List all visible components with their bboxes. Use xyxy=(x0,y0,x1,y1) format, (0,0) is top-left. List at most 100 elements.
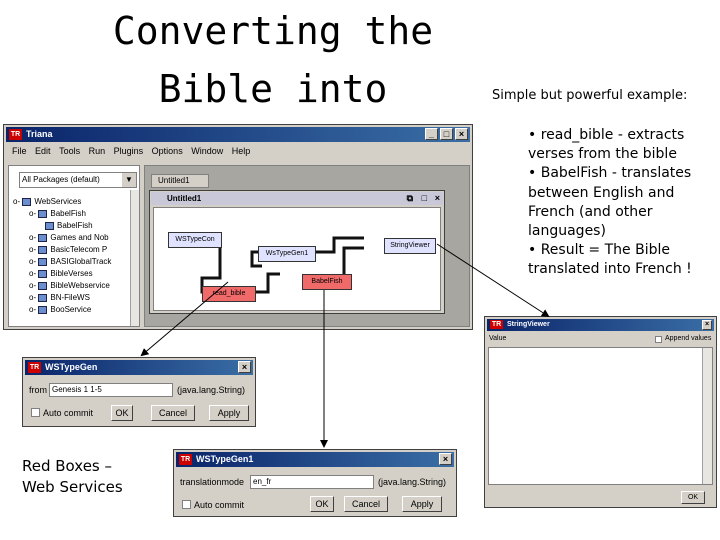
expand-icon[interactable]: o- xyxy=(29,293,36,302)
expand-icon[interactable]: o- xyxy=(29,233,36,242)
workspace: Untitled1 Untitled1 ⧉ □ × WSTypeCon WsTy… xyxy=(144,165,470,327)
tree-label: BASIGlobalTrack xyxy=(50,257,112,266)
close-button[interactable]: × xyxy=(702,320,712,330)
close-icon[interactable]: × xyxy=(435,193,440,204)
bullet-babelfish: • BabelFish - translates between English… xyxy=(528,165,692,240)
node-babelfish[interactable]: BabelFish xyxy=(302,274,352,290)
package-select[interactable]: All Packages (default) ▼ xyxy=(19,172,137,188)
expand-icon[interactable]: o- xyxy=(29,269,36,278)
expand-icon[interactable]: o- xyxy=(29,257,36,266)
tab-untitled1[interactable]: Untitled1 xyxy=(151,174,209,188)
bullet-list: • read_bible - extracts verses from the … xyxy=(528,126,714,280)
node-read-bible[interactable]: read_bible xyxy=(202,286,256,302)
tree-label: BabelFish xyxy=(57,221,93,230)
tree-item[interactable]: o- BasicTelecom P xyxy=(29,244,107,256)
caption: Red Boxes – Web Services xyxy=(22,456,123,498)
wstypegen1-titlebar[interactable]: TR WSTypeGen1 × xyxy=(176,452,454,467)
tree-item[interactable]: o- BibleWebservice xyxy=(29,280,110,292)
tree-scrollbar[interactable] xyxy=(130,190,139,326)
translationmode-type: (java.lang.String) xyxy=(378,477,447,487)
folder-icon xyxy=(38,233,48,242)
menu-window[interactable]: Window xyxy=(191,144,223,158)
viewer-text-area[interactable] xyxy=(488,347,713,485)
canvas[interactable]: WSTypeCon WsTypeGen1 StringViewer read_b… xyxy=(153,207,441,311)
triana-window: TR Triana _ □ × File Edit Tools Run Plug… xyxy=(3,124,473,330)
chevron-down-icon[interactable]: ▼ xyxy=(122,173,136,187)
wstypegen-title: WSTypeGen xyxy=(45,362,98,372)
tree-item[interactable]: BabelFish xyxy=(45,220,93,232)
ok-button[interactable]: OK xyxy=(111,405,133,421)
bullet-result: • Result = The Bible translated into Fre… xyxy=(528,242,692,278)
wstypegen1-title: WSTypeGen1 xyxy=(196,454,254,464)
translationmode-input[interactable]: en_fr xyxy=(250,475,374,489)
menu-run[interactable]: Run xyxy=(89,144,106,158)
menu-options[interactable]: Options xyxy=(152,144,183,158)
maximize-icon[interactable]: □ xyxy=(422,193,427,204)
cancel-button[interactable]: Cancel xyxy=(151,405,195,421)
expand-icon[interactable]: o- xyxy=(29,305,36,314)
from-label: from xyxy=(29,385,47,395)
value-header: Value xyxy=(489,335,507,342)
auto-commit-label: Auto commit xyxy=(43,408,94,418)
close-button[interactable]: × xyxy=(455,128,468,140)
caption-line1: Red Boxes – xyxy=(22,457,112,475)
cancel-button[interactable]: Cancel xyxy=(344,496,388,512)
tree-item[interactable]: o- BN-FileWS xyxy=(29,292,90,304)
connection-line xyxy=(254,272,280,294)
from-type: (java.lang.String) xyxy=(177,385,246,395)
package-select-value: All Packages (default) xyxy=(22,175,100,184)
menu-plugins[interactable]: Plugins xyxy=(114,144,144,158)
tree-label: BooService xyxy=(50,305,92,314)
from-input[interactable]: Genesis 1 1-5 xyxy=(49,383,173,397)
translationmode-label: translationmode xyxy=(180,477,245,487)
auto-commit-checkbox[interactable] xyxy=(31,408,40,417)
append-values-label: Append values xyxy=(665,335,712,342)
menu-file[interactable]: File xyxy=(12,144,27,158)
folder-icon xyxy=(38,293,48,302)
restore-icon[interactable]: ⧉ xyxy=(407,193,413,204)
wstypegen-titlebar[interactable]: TR WSTypeGen × xyxy=(25,360,253,375)
tree-label: Games and Nob xyxy=(50,233,109,242)
tree-item[interactable]: o- Games and Nob xyxy=(29,232,109,244)
close-button[interactable]: × xyxy=(439,453,452,465)
folder-icon xyxy=(38,209,48,218)
tree-label: BN-FileWS xyxy=(50,293,90,302)
tree-panel: All Packages (default) ▼ o- WebServices … xyxy=(8,165,140,327)
minimize-button[interactable]: _ xyxy=(425,128,438,140)
node-wstypecon[interactable]: WSTypeCon xyxy=(168,232,222,248)
node-stringviewer[interactable]: StringViewer xyxy=(384,238,436,254)
tree-label: BibleVerses xyxy=(50,269,93,278)
subwindow-titlebar[interactable]: Untitled1 ⧉ □ × xyxy=(151,192,443,205)
apply-button[interactable]: Apply xyxy=(402,496,442,512)
tree-item[interactable]: o- BASIGlobalTrack xyxy=(29,256,111,268)
maximize-button[interactable]: □ xyxy=(440,128,453,140)
expand-icon[interactable]: o- xyxy=(13,197,20,206)
stringviewer-titlebar[interactable]: TR StringViewer × xyxy=(487,319,714,331)
java-logo-icon: TR xyxy=(28,362,41,373)
node-wstypegen[interactable]: WsTypeGen1 xyxy=(258,246,316,262)
tree-item[interactable]: o- BibleVerses xyxy=(29,268,93,280)
expand-icon[interactable]: o- xyxy=(29,209,36,218)
auto-commit-checkbox[interactable] xyxy=(182,500,191,509)
triana-titlebar[interactable]: TR Triana _ □ × xyxy=(6,127,470,142)
triana-title: Triana xyxy=(26,129,53,139)
tree-item[interactable]: o- WebServices xyxy=(13,196,81,208)
connection-line xyxy=(314,236,364,254)
expand-icon[interactable]: o- xyxy=(29,245,36,254)
tree-item[interactable]: o- BabelFish xyxy=(29,208,86,220)
tree-label: BabelFish xyxy=(50,209,86,218)
close-button[interactable]: × xyxy=(238,361,251,373)
java-logo-icon: TR xyxy=(490,320,503,329)
tree-item[interactable]: o- BooService xyxy=(29,304,91,314)
tree-label: WebServices xyxy=(34,197,82,206)
apply-button[interactable]: Apply xyxy=(209,405,249,421)
stringviewer-window: TR StringViewer × Value Append values OK xyxy=(484,316,717,508)
menu-tools[interactable]: Tools xyxy=(59,144,80,158)
menu-help[interactable]: Help xyxy=(232,144,251,158)
stringviewer-ok-button[interactable]: OK xyxy=(681,491,705,504)
expand-icon[interactable]: o- xyxy=(29,281,36,290)
append-values-checkbox[interactable] xyxy=(655,336,662,343)
menu-edit[interactable]: Edit xyxy=(35,144,51,158)
text-scrollbar[interactable] xyxy=(702,348,712,484)
ok-button[interactable]: OK xyxy=(310,496,334,512)
